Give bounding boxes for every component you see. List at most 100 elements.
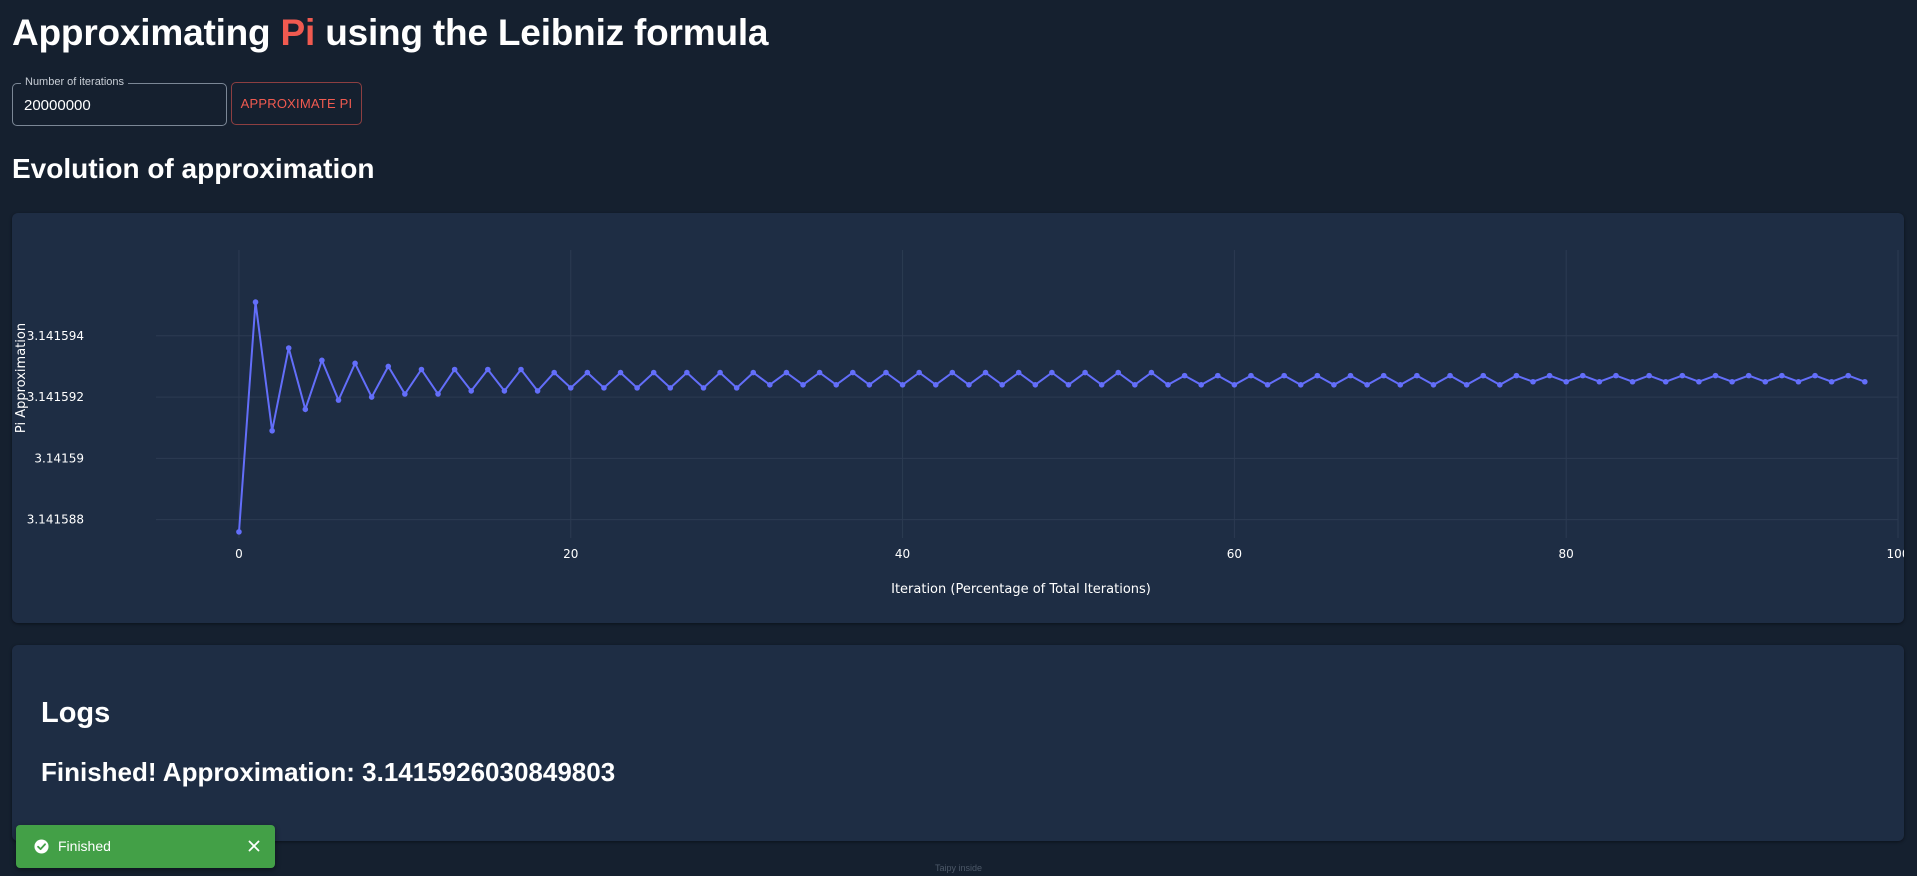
data-point [1779,372,1785,379]
title-suffix: using the Leibniz formula [315,12,769,53]
data-point [1331,382,1337,388]
data-point [451,366,458,373]
data-point [1579,372,1586,379]
data-point [650,369,657,376]
data-point [1712,372,1719,379]
data-point [899,382,906,388]
close-icon[interactable] [246,838,262,854]
data-point [1198,382,1204,388]
data-point [684,369,690,376]
data-point [236,529,242,535]
iterations-label: Number of iterations [21,76,129,88]
chart-card: 3.141588 3.14159 3.141592 3.141594 0 20 40 60 8… [12,213,1904,623]
data-point [1430,382,1437,388]
data-point [1812,372,1818,379]
data-point [402,391,408,397]
data-point [1696,378,1702,385]
data-point [932,382,939,388]
data-point [518,366,524,373]
data-point [1480,372,1487,379]
iterations-field[interactable]: Number of iterations [12,76,227,126]
data-point [269,427,275,434]
data-point [634,385,640,391]
series-line [238,301,1866,532]
data-point [717,369,723,376]
data-point [1613,372,1619,379]
data-point [1231,382,1238,388]
data-point [385,363,392,370]
data-point [1115,369,1122,376]
y-tick-label: 3.141592 [27,390,84,404]
data-point [1065,382,1072,388]
data-point [1049,369,1055,376]
title-accent: Pi [280,12,316,53]
x-tick-label: 20 [563,547,578,561]
data-point [468,388,475,394]
y-tick-label: 3.141594 [27,329,84,343]
x-tick-label: 40 [895,547,910,561]
y-tick-label: 3.14159 [34,451,84,465]
x-tick-label: 100 [1887,547,1904,561]
title-prefix: Approximating [12,12,281,53]
data-point [883,369,889,376]
data-point [534,388,541,394]
data-point [1281,372,1287,379]
data-point [800,382,806,388]
data-point [617,369,624,376]
data-points [236,299,1868,535]
data-point [567,385,574,391]
data-point [252,299,259,305]
pi-approximation-chart[interactable]: 3.141588 3.14159 3.141592 3.141594 0 20 40 60 8… [12,213,1904,623]
data-point [1414,372,1420,379]
data-point [1364,382,1370,388]
data-point [1248,372,1254,379]
data-point [1629,378,1636,385]
data-point [982,369,989,376]
data-point [1032,382,1039,388]
data-point [1082,369,1088,376]
data-point [1662,378,1669,385]
logs-message: Finished! Approximation: 3.1415926030849… [41,757,616,787]
data-point [435,391,441,397]
data-point [485,366,491,373]
logs-card: Logs Finished! Approximation: 3.14159260… [12,645,1904,841]
data-point [1447,372,1453,379]
page-title: Approximating Pi using the Leibniz formu… [12,12,769,54]
data-point [1596,378,1603,385]
x-tick-labels: 0 20 40 60 80 100 [235,547,1904,561]
data-point [767,382,773,388]
check-circle-icon [34,839,49,854]
x-tick-label: 0 [235,547,243,561]
data-point [1015,369,1022,376]
data-point [1679,372,1686,379]
approximate-pi-button[interactable]: APPROXIMATE PI [231,82,362,125]
data-point [368,394,375,400]
data-point [584,369,591,376]
grid-layer [156,250,1899,538]
y-axis-title: Pi Approximation [14,323,29,433]
data-point [1347,372,1354,379]
data-point [319,357,325,364]
data-point [783,369,790,376]
data-point [302,406,309,413]
data-point [1463,382,1470,388]
data-point [1563,378,1569,385]
data-point [700,385,707,391]
data-point [1497,382,1503,388]
data-point [667,385,674,391]
data-point [1845,372,1852,379]
data-point [1795,378,1802,385]
data-point [601,385,607,391]
toast-message: Finished [58,838,111,854]
data-point [999,382,1005,388]
data-point [501,388,508,394]
data-point [1314,372,1321,379]
iterations-input[interactable] [24,94,214,116]
data-point [833,382,840,388]
data-point [1264,382,1271,388]
data-point [1397,382,1404,388]
data-point [949,369,956,376]
data-point [1132,382,1138,388]
data-point [335,397,342,403]
data-point [1762,378,1769,385]
